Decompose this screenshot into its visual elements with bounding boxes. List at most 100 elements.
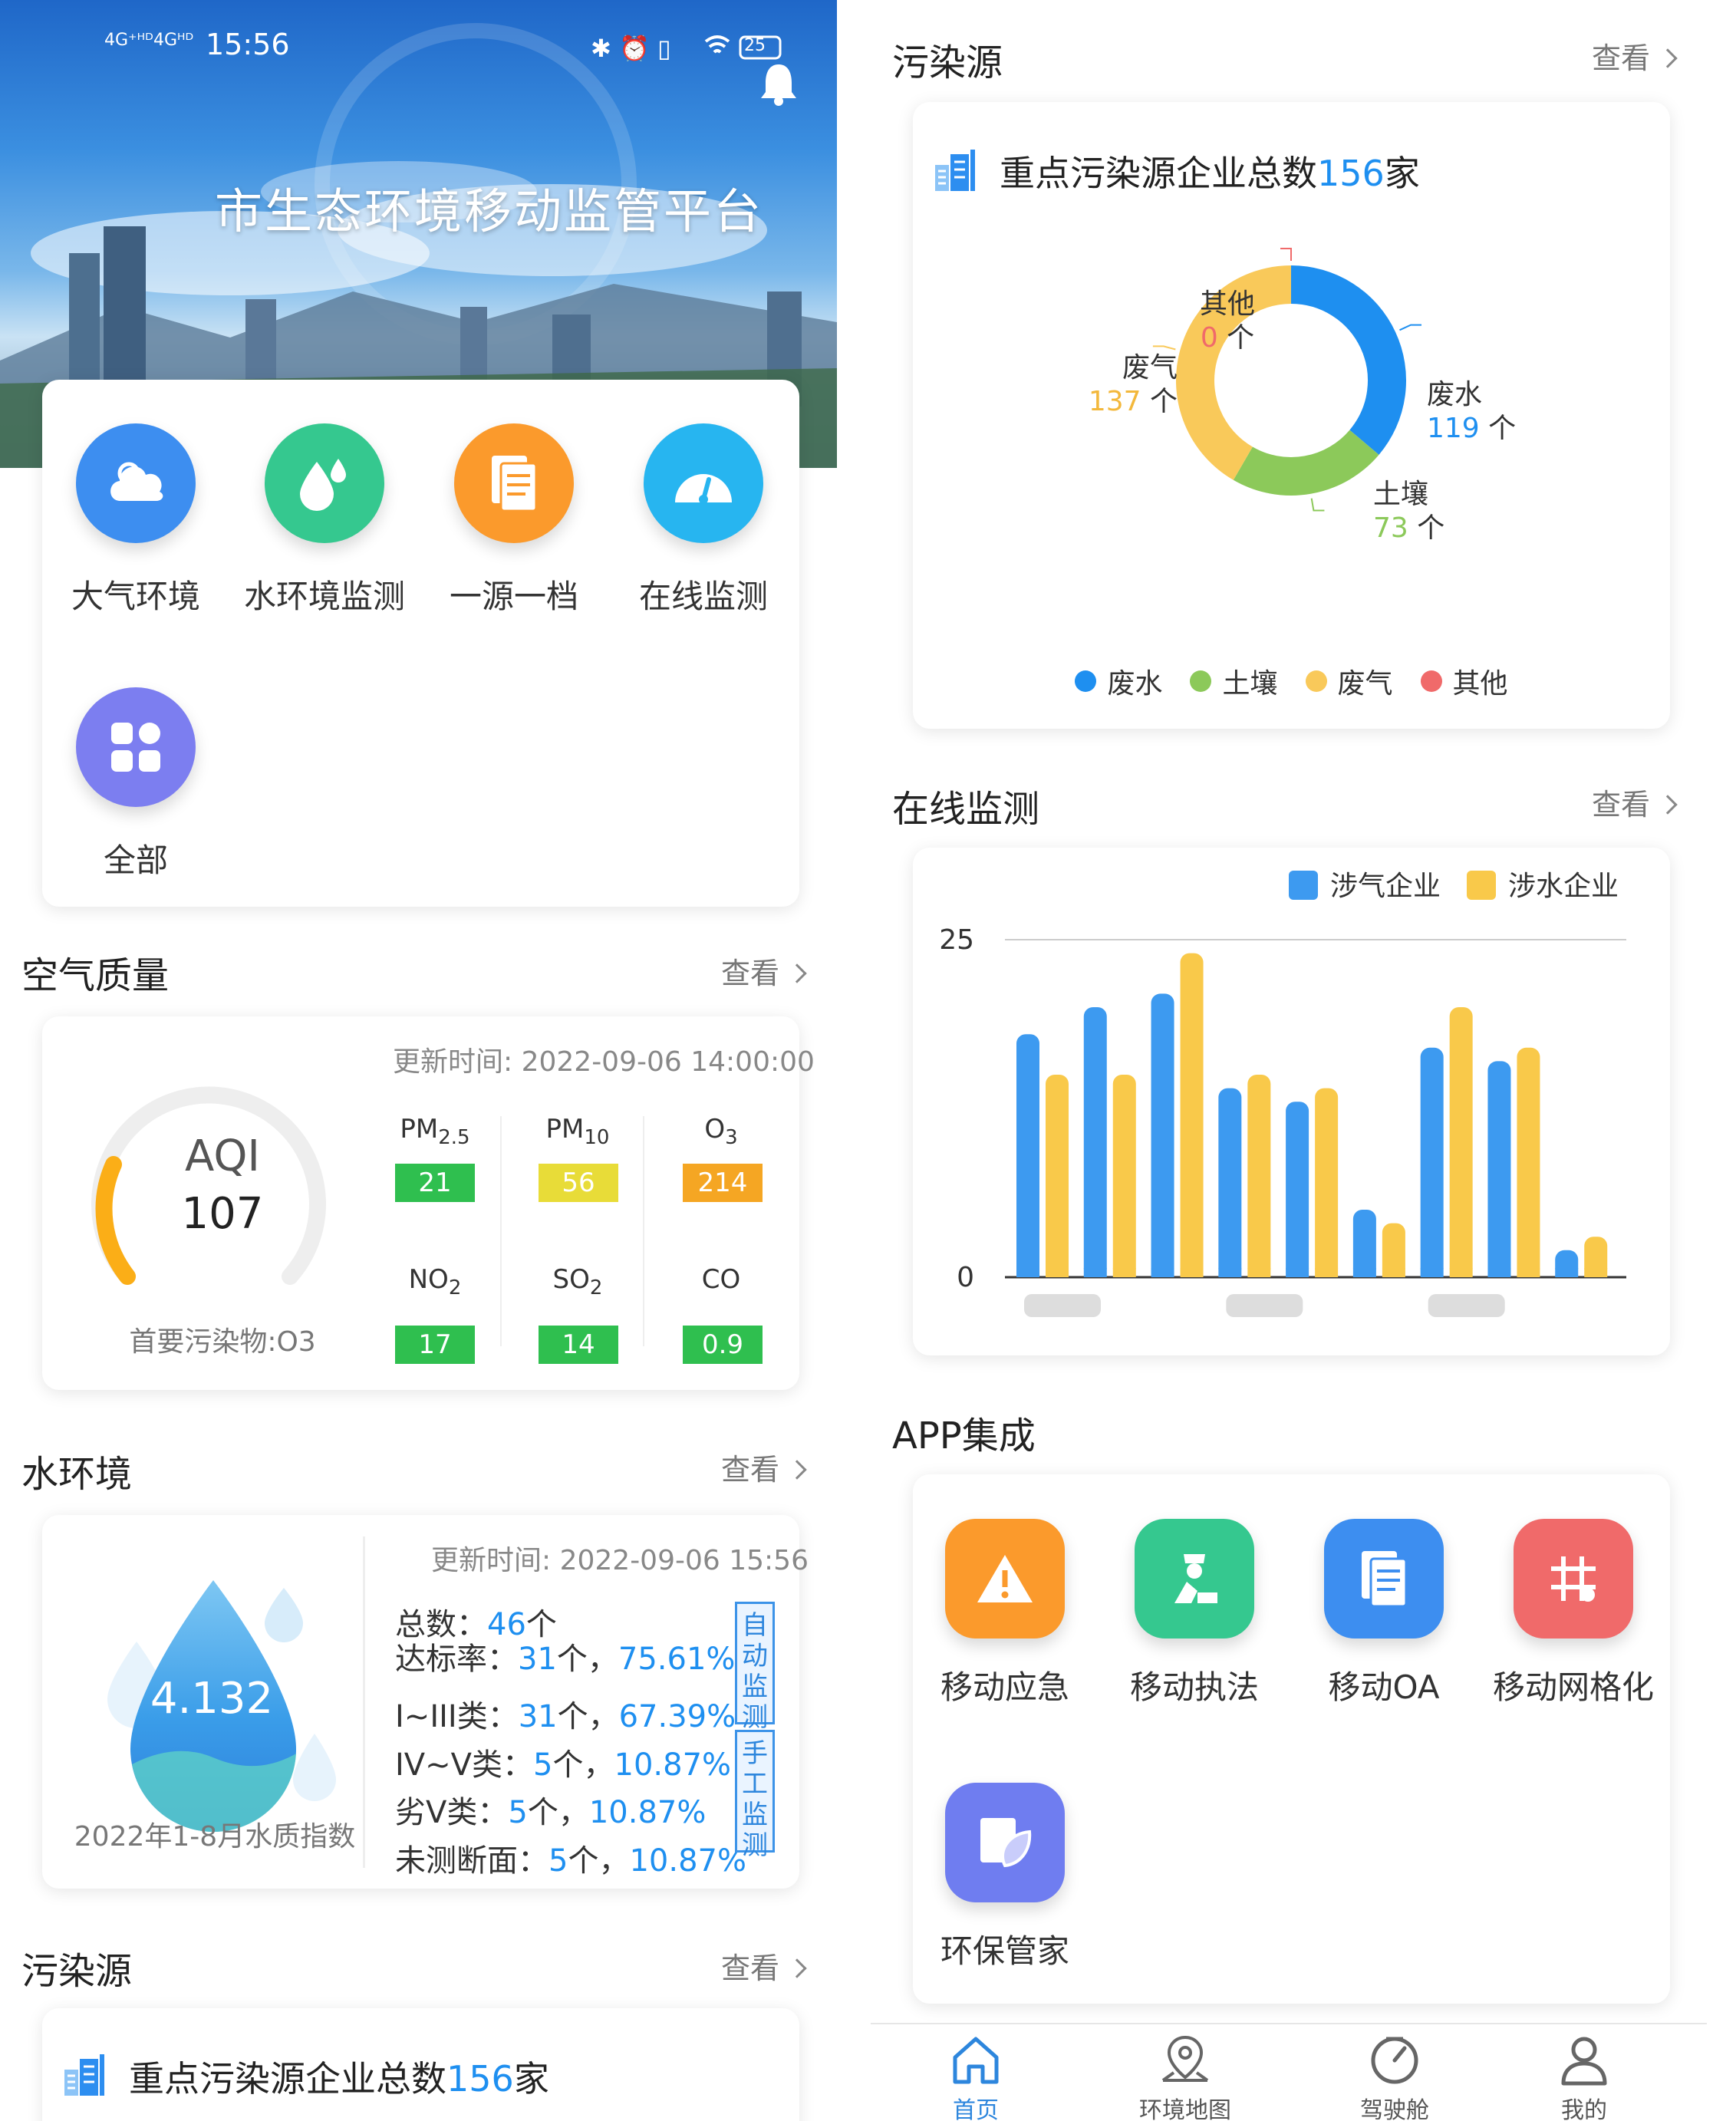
water-more-link[interactable]: 查看 — [721, 1446, 807, 1488]
officer-icon — [1135, 1519, 1254, 1639]
bar-base — [1016, 1268, 1039, 1277]
y-tick-label: 25 — [939, 924, 974, 956]
bar — [1487, 1061, 1511, 1277]
nav-env-map[interactable]: 环境地图 — [1093, 2033, 1277, 2121]
app-law-enforcement[interactable]: 移动执法 — [1102, 1519, 1286, 1708]
bar-base — [1046, 1268, 1069, 1277]
water-drop-icon — [265, 423, 384, 543]
x-tick-label-blurred — [1428, 1294, 1505, 1317]
bar — [1247, 1075, 1271, 1277]
hash-grid-icon — [1514, 1519, 1633, 1639]
menu-item-archive[interactable]: 一源一档 — [418, 423, 610, 618]
bar — [1112, 1075, 1136, 1277]
home-icon — [953, 2037, 999, 2084]
bar — [1016, 1034, 1039, 1277]
bar-base — [1180, 1268, 1204, 1277]
bar — [1420, 1047, 1444, 1277]
legend-label: 涉水企业 — [1508, 871, 1619, 902]
tab-auto-monitoring[interactable]: 自动监测 — [735, 1602, 775, 1733]
aqi-value: 107 — [181, 1189, 264, 1239]
dashboard-icon — [1371, 2037, 1418, 2084]
donut-legend: 废水 土壤 废气 其他 — [913, 661, 1670, 701]
legend-label: 其他 — [1452, 668, 1508, 700]
x-tick-label-blurred — [1226, 1294, 1303, 1317]
pollution-more-link[interactable]: 查看 — [721, 1945, 807, 1987]
menu-item-online[interactable]: 在线监测 — [608, 423, 799, 618]
bar-base — [1218, 1268, 1242, 1277]
bar-base — [1449, 1268, 1473, 1277]
legend-swatch[interactable] — [1467, 871, 1496, 900]
warning-icon — [945, 1519, 1065, 1639]
donut-slice — [1290, 265, 1406, 455]
donut-label-name: 其他 — [1200, 288, 1255, 320]
legend-item[interactable]: 废气 — [1305, 661, 1393, 701]
donut-label-name: 土壤 — [1373, 479, 1428, 510]
menu-item-all[interactable]: 全部 — [40, 687, 232, 881]
section-title-online: 在线监测 — [892, 788, 1040, 831]
water-class-inferior-5: 劣V类：5个，10.87% — [395, 1795, 707, 1830]
online-bar-chart: 0 25 涉气企业 涉水企业 — [939, 871, 1626, 1317]
battery-level: 25 — [744, 36, 766, 55]
x-tick-label-blurred — [1024, 1294, 1101, 1317]
pollutant-o3-value: 214 — [683, 1164, 763, 1202]
bar-base — [1382, 1268, 1405, 1277]
bar-base — [1315, 1268, 1339, 1277]
bar-base — [1247, 1268, 1271, 1277]
menu-label: 一源一档 — [449, 578, 578, 615]
bar-base — [1584, 1268, 1608, 1277]
menu-label: 大气环境 — [71, 578, 200, 615]
pollutant-so2-name: SO2 — [552, 1264, 603, 1299]
nav-cockpit[interactable]: 驾驶舱 — [1303, 2033, 1487, 2121]
pollutant-pm25-value: 21 — [395, 1164, 475, 1202]
menu-item-water[interactable]: 水环境监测 — [229, 423, 420, 618]
app-title: 市生态环境移动监管平台 — [214, 183, 763, 239]
app-label: 移动应急 — [940, 1668, 1069, 1706]
donut-leader-line — [1280, 248, 1292, 261]
bar-base — [1083, 1268, 1107, 1277]
air-more-link[interactable]: 查看 — [721, 950, 807, 992]
section-title-app: APP集成 — [892, 1415, 1036, 1457]
donut-leader-line — [1152, 345, 1176, 351]
tab-manual-monitoring[interactable]: 手工监测 — [735, 1730, 775, 1861]
pollution-right-more-link[interactable]: 查看 — [1592, 35, 1678, 77]
app-env-steward[interactable]: 环保管家 — [913, 1783, 1097, 1972]
donut-leader-line — [1310, 498, 1325, 512]
legend-item[interactable]: 其他 — [1420, 661, 1508, 701]
legend-item[interactable]: 土壤 — [1190, 661, 1278, 701]
online-more-link[interactable]: 查看 — [1592, 781, 1678, 823]
legend-item[interactable]: 废水 — [1075, 661, 1162, 701]
pollutant-no2-name: NO2 — [408, 1264, 462, 1299]
app-grid-management[interactable]: 移动网格化 — [1481, 1519, 1665, 1708]
nav-mine[interactable]: 我的 — [1492, 2033, 1676, 2121]
pollution-headline-right: 重点污染源企业总数156家 — [1000, 153, 1420, 194]
water-quality-index: 4.132 — [150, 1674, 274, 1724]
bell-icon[interactable] — [759, 61, 798, 106]
pollutant-no2-value: 17 — [395, 1326, 475, 1364]
leaf-book-icon — [945, 1783, 1065, 1902]
section-title-water: 水环境 — [21, 1453, 133, 1496]
aqi-gauge — [91, 1086, 326, 1285]
divider — [643, 1116, 644, 1346]
bar-base — [1352, 1268, 1376, 1277]
legend-label: 涉气企业 — [1330, 871, 1441, 902]
cloud-icon — [76, 423, 196, 543]
bar — [1218, 1088, 1242, 1277]
document-icon — [1324, 1519, 1444, 1639]
nav-home[interactable]: 首页 — [884, 2033, 1068, 2121]
bar — [1315, 1088, 1339, 1277]
menu-item-air[interactable]: 大气环境 — [40, 423, 232, 618]
app-emergency[interactable]: 移动应急 — [913, 1519, 1097, 1708]
status-time: 15:56 — [206, 28, 290, 61]
svg-text:✱ ⏰ ▯: ✱ ⏰ ▯ — [591, 34, 671, 61]
pollutant-so2-value: 14 — [539, 1326, 618, 1364]
donut-label-value: 73 个 — [1373, 512, 1444, 544]
bar — [1151, 993, 1174, 1277]
app-label: 移动执法 — [1129, 1668, 1259, 1706]
legend-swatch[interactable] — [1289, 871, 1318, 900]
bar-base — [1517, 1268, 1540, 1277]
user-icon — [1561, 2037, 1607, 2086]
app-oa[interactable]: 移动OA — [1292, 1519, 1476, 1708]
water-update-time: 更新时间: 2022-09-06 15:56 — [431, 1545, 809, 1576]
legend-dot — [1075, 670, 1097, 692]
pollution-donut-chart: 废水119 个土壤73 个 废气137 个 其他0 个 — [1089, 248, 1516, 544]
